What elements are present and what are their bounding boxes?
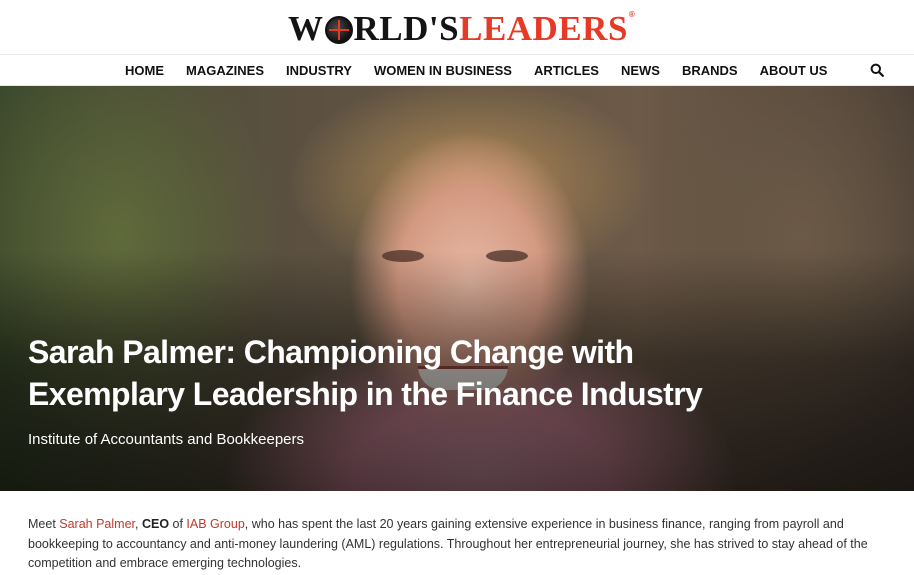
hero-banner: Sarah Palmer: Championing Change with Ex…: [0, 86, 914, 491]
article-subtitle[interactable]: Institute of Accountants and Bookkeepers: [28, 431, 304, 448]
role-text: CEO: [141, 517, 170, 531]
nav-item-articles[interactable]: ARTICLES: [534, 63, 599, 78]
article-paragraph: Meet Sarah Palmer, CEO of IAB Group, who…: [28, 515, 886, 574]
nav-item-magazines[interactable]: MAGAZINES: [186, 63, 264, 78]
site-logo[interactable]: W RLD'S LEADERS ®: [288, 9, 636, 48]
search-icon[interactable]: [870, 63, 884, 77]
nav-item-about-us[interactable]: ABOUT US: [760, 63, 828, 78]
article-title: Sarah Palmer: Championing Change with Ex…: [28, 334, 703, 412]
comma-text: ,: [135, 517, 142, 531]
of-text: of: [169, 517, 187, 531]
nav-item-news[interactable]: NEWS: [621, 63, 660, 78]
logo-leaders: LEADERS: [459, 9, 628, 48]
nav-item-women-in-business[interactable]: WOMEN IN BUSINESS: [374, 63, 512, 78]
article-body: Meet Sarah Palmer, CEO of IAB Group, who…: [0, 491, 914, 574]
logo-rlds: RLD'S: [353, 9, 460, 48]
logo-w: W: [288, 9, 324, 48]
site-header: W RLD'S LEADERS ®: [0, 0, 914, 54]
intro-prefix: Meet: [28, 517, 60, 531]
person-link[interactable]: Sarah Palmer: [59, 517, 135, 531]
main-nav: HOME MAGAZINES INDUSTRY WOMEN IN BUSINES…: [0, 54, 914, 86]
logo-registered-mark: ®: [628, 10, 636, 19]
nav-item-industry[interactable]: INDUSTRY: [286, 63, 352, 78]
nav-item-home[interactable]: HOME: [125, 63, 164, 78]
globe-icon: [324, 16, 353, 44]
nav-item-brands[interactable]: BRANDS: [682, 63, 738, 78]
company-link[interactable]: IAB Group: [186, 517, 244, 531]
